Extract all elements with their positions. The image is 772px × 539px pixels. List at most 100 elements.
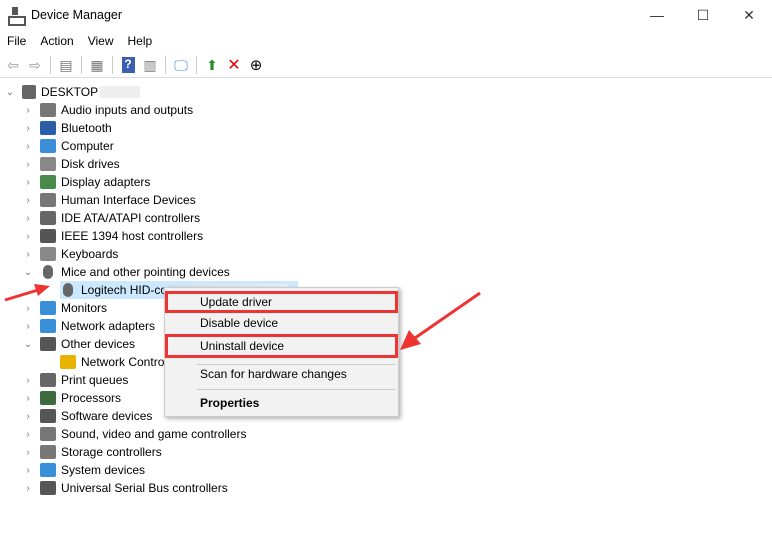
- tree-item[interactable]: › IDE ATA/ATAPI controllers: [22, 209, 200, 227]
- chevron-right-icon[interactable]: ›: [22, 195, 34, 206]
- annotation-arrow-right: [400, 291, 481, 350]
- tree-item[interactable]: › Audio inputs and outputs: [22, 101, 193, 119]
- chevron-right-icon[interactable]: ›: [22, 141, 34, 152]
- disable-icon[interactable]: ⊕: [245, 54, 267, 76]
- back-icon[interactable]: ⇦: [2, 54, 24, 76]
- title-bar: Device Manager — ☐ ✕: [0, 0, 772, 30]
- chevron-right-icon[interactable]: ›: [22, 105, 34, 116]
- redacted-name: [100, 86, 141, 98]
- menu-file[interactable]: File: [0, 31, 33, 51]
- toolbar-separator: [81, 56, 82, 74]
- chevron-right-icon[interactable]: ›: [22, 321, 34, 332]
- tree-item[interactable]: › Keyboards: [22, 245, 118, 263]
- monitor-icon: [40, 139, 56, 153]
- usb-icon: [40, 481, 56, 495]
- toolbar-separator: [165, 56, 166, 74]
- tree-item[interactable]: › IEEE 1394 host controllers: [22, 227, 203, 245]
- warning-icon: [60, 355, 76, 369]
- keyboard-icon: [40, 247, 56, 261]
- tree-item[interactable]: › System devices: [22, 461, 145, 479]
- update-driver-icon[interactable]: ⬆: [201, 54, 223, 76]
- tree-item-label: Print queues: [61, 373, 129, 387]
- storage-icon: [40, 445, 56, 459]
- tree-item-label: Display adapters: [61, 175, 151, 189]
- properties-icon[interactable]: ▦: [86, 54, 108, 76]
- menu-help[interactable]: Help: [121, 31, 160, 51]
- device-manager-icon: [7, 7, 26, 26]
- chevron-down-icon[interactable]: ⌄: [22, 339, 34, 350]
- chevron-right-icon[interactable]: ›: [22, 177, 34, 188]
- tree-item[interactable]: › Network adapters: [22, 317, 155, 335]
- tree-item-label: Computer: [61, 139, 114, 153]
- unknown-icon: [40, 337, 56, 351]
- uninstall-icon[interactable]: ✕: [223, 54, 245, 76]
- tree-item[interactable]: › Storage controllers: [22, 443, 162, 461]
- help-icon[interactable]: ?: [117, 54, 139, 76]
- tree-item[interactable]: › Print queues: [22, 371, 128, 389]
- tree-item[interactable]: › Sound, video and game controllers: [22, 425, 246, 443]
- menu-properties[interactable]: Properties: [165, 392, 398, 414]
- chevron-right-icon[interactable]: ›: [22, 447, 34, 458]
- tree-root[interactable]: ⌄ DESKTOP: [4, 83, 141, 101]
- chevron-right-icon[interactable]: ›: [22, 159, 34, 170]
- toolbar-separator: [196, 56, 197, 74]
- chevron-right-icon[interactable]: ›: [22, 231, 34, 242]
- chevron-right-icon[interactable]: ›: [22, 429, 34, 440]
- close-button[interactable]: ✕: [726, 0, 772, 30]
- minimize-button[interactable]: —: [634, 0, 680, 30]
- maximize-button[interactable]: ☐: [680, 0, 726, 30]
- tree-item-label: Processors: [61, 391, 122, 405]
- chevron-right-icon[interactable]: ›: [22, 411, 34, 422]
- tree-item-label: Bluetooth: [61, 121, 112, 135]
- hid-icon: [40, 193, 56, 207]
- tree-root-label: DESKTOP: [41, 85, 99, 99]
- tree-item[interactable]: Network Contro: [60, 353, 164, 371]
- chevron-right-icon[interactable]: ›: [22, 249, 34, 260]
- tree-item-label: IDE ATA/ATAPI controllers: [61, 211, 201, 225]
- window-title: Device Manager: [31, 8, 123, 22]
- tree-item[interactable]: › Software devices: [22, 407, 152, 425]
- action-pane-icon[interactable]: ▥: [139, 54, 161, 76]
- menu-scan-hardware[interactable]: Scan for hardware changes: [165, 363, 398, 385]
- computer-icon: [22, 85, 36, 99]
- console-tree-icon[interactable]: ▤: [55, 54, 77, 76]
- tree-item[interactable]: › Computer: [22, 137, 114, 155]
- menu-view[interactable]: View: [81, 31, 121, 51]
- mouse-icon: [43, 265, 53, 279]
- tree-item[interactable]: › Human Interface Devices: [22, 191, 196, 209]
- chevron-right-icon[interactable]: ›: [22, 213, 34, 224]
- tree-item-label: Keyboards: [61, 247, 119, 261]
- tree-item[interactable]: › Processors: [22, 389, 121, 407]
- chevron-right-icon[interactable]: ›: [22, 465, 34, 476]
- speaker-icon: [40, 427, 56, 441]
- forward-icon[interactable]: ⇨: [24, 54, 46, 76]
- chevron-right-icon[interactable]: ›: [22, 393, 34, 404]
- tree-item-label: Mice and other pointing devices: [61, 265, 230, 279]
- toolbar: ⇦ ⇨ ▤ ▦ ? ▥ 🖵 ⬆ ✕ ⊕: [0, 53, 772, 78]
- toolbar-separator: [112, 56, 113, 74]
- chevron-down-icon[interactable]: ⌄: [4, 87, 16, 98]
- tree-item-label: Other devices: [61, 337, 136, 351]
- tree-item[interactable]: › Display adapters: [22, 173, 150, 191]
- menu-uninstall-device[interactable]: Uninstall device: [165, 334, 398, 358]
- tree-item-label: IEEE 1394 host controllers: [61, 229, 204, 243]
- tree-item[interactable]: › Bluetooth: [22, 119, 112, 137]
- tree-item-label: Monitors: [61, 301, 108, 315]
- chevron-right-icon[interactable]: ›: [22, 483, 34, 494]
- tree-item-label: Audio inputs and outputs: [61, 103, 194, 117]
- scan-hardware-icon[interactable]: 🖵: [170, 54, 192, 76]
- menu-bar: File Action View Help: [0, 31, 159, 51]
- menu-separator: [197, 389, 395, 390]
- tree-item[interactable]: › Disk drives: [22, 155, 120, 173]
- tree-item[interactable]: › Universal Serial Bus controllers: [22, 479, 228, 497]
- toolbar-separator: [50, 56, 51, 74]
- tree-item[interactable]: ⌄ Other devices: [22, 335, 135, 353]
- chevron-down-icon[interactable]: ⌄: [22, 267, 34, 278]
- chevron-right-icon[interactable]: ›: [22, 375, 34, 386]
- menu-action[interactable]: Action: [33, 31, 80, 51]
- tree-item[interactable]: ⌄ Mice and other pointing devices: [22, 263, 230, 281]
- ide-icon: [40, 211, 56, 225]
- chevron-right-icon[interactable]: ›: [22, 123, 34, 134]
- menu-update-driver[interactable]: Update driver: [165, 291, 398, 313]
- menu-disable-device[interactable]: Disable device: [165, 312, 398, 334]
